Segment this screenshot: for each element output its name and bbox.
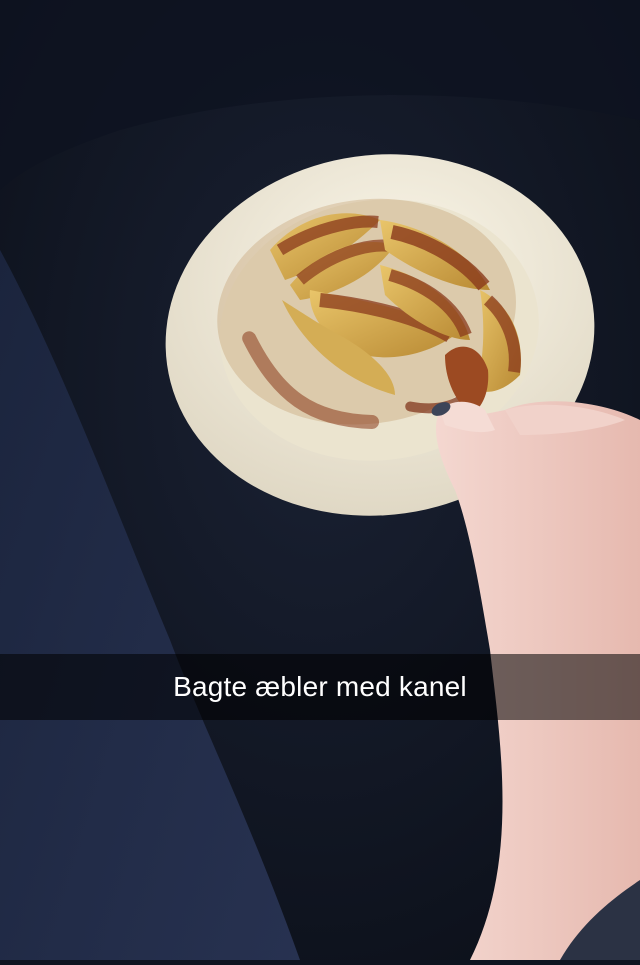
photo-scene [0, 0, 640, 960]
snap-caption-bar: Bagte æbler med kanel [0, 654, 640, 720]
snap-caption-text: Bagte æbler med kanel [173, 671, 467, 702]
snap-photo [0, 0, 640, 960]
